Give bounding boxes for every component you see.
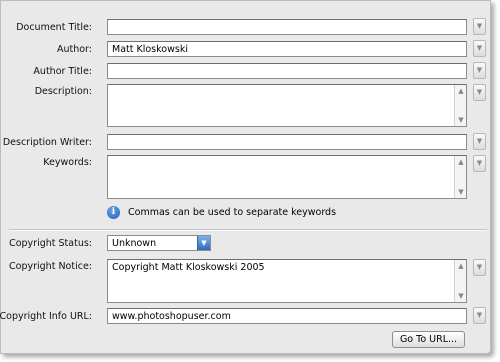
description-label: Description: xyxy=(34,86,92,97)
chevron-down-icon: ▼ xyxy=(476,137,483,145)
scroll-down-icon[interactable]: ▼ xyxy=(455,186,466,198)
keywords-label: Keywords: xyxy=(43,157,92,168)
copyright-notice-field[interactable]: Copyright Matt Kloskowski 2005 ▲ ▼ xyxy=(107,259,467,303)
description-writer-label: Description Writer: xyxy=(2,137,92,148)
section-divider xyxy=(9,229,487,231)
copyright-info-url-field[interactable]: www.photoshopuser.com xyxy=(107,308,467,324)
info-icon: i xyxy=(107,206,120,219)
description-field[interactable]: ▲ ▼ xyxy=(107,84,467,127)
copyright-status-label: Copyright Status: xyxy=(9,238,92,249)
description-menu-button[interactable]: ▼ xyxy=(473,84,486,101)
document-title-label: Document Title: xyxy=(16,22,92,33)
chevron-down-icon: ▼ xyxy=(476,263,483,271)
document-title-field[interactable] xyxy=(107,19,467,35)
keywords-menu-button[interactable]: ▼ xyxy=(473,155,486,172)
copyright-notice-menu-button[interactable]: ▼ xyxy=(473,259,486,276)
scroll-up-icon[interactable]: ▲ xyxy=(455,85,466,97)
chevron-down-icon: ▼ xyxy=(476,66,483,74)
chevron-down-icon: ▼ xyxy=(476,311,483,319)
document-title-menu-button[interactable]: ▼ xyxy=(473,18,486,35)
author-title-menu-button[interactable]: ▼ xyxy=(473,62,486,79)
copyright-notice-scrollbar[interactable]: ▲ ▼ xyxy=(454,260,466,302)
copyright-notice-label: Copyright Notice: xyxy=(9,261,92,272)
scroll-up-icon[interactable]: ▲ xyxy=(455,260,466,272)
chevron-down-icon: ▼ xyxy=(476,88,483,96)
copyright-notice-text: Copyright Matt Kloskowski 2005 xyxy=(112,262,265,273)
scroll-down-icon[interactable]: ▼ xyxy=(455,114,466,126)
go-to-url-button[interactable]: Go To URL... xyxy=(392,331,465,348)
copyright-info-url-label: Copyright Info URL: xyxy=(0,311,92,322)
copyright-status-value: Unknown xyxy=(112,238,157,249)
chevron-down-icon: ▼ xyxy=(476,44,483,52)
keywords-field[interactable]: ▲ ▼ xyxy=(107,155,467,199)
author-field[interactable]: Matt Kloskowski xyxy=(107,41,467,57)
scroll-down-icon[interactable]: ▼ xyxy=(455,290,466,302)
author-label: Author: xyxy=(56,44,92,55)
chevron-down-icon[interactable]: ▼ xyxy=(197,236,210,250)
description-writer-menu-button[interactable]: ▼ xyxy=(473,133,486,150)
scroll-up-icon[interactable]: ▲ xyxy=(455,156,466,168)
keywords-info-note: i Commas can be used to separate keyword… xyxy=(107,206,336,219)
chevron-down-icon: ▼ xyxy=(476,22,483,30)
description-scrollbar[interactable]: ▲ ▼ xyxy=(454,85,466,126)
author-menu-button[interactable]: ▼ xyxy=(473,40,486,57)
description-writer-field[interactable] xyxy=(107,134,467,150)
copyright-status-select[interactable]: Unknown ▼ xyxy=(107,235,211,251)
file-info-panel: Document Title: ▼ Author: Matt Kloskowsk… xyxy=(0,0,491,354)
author-title-label: Author Title: xyxy=(33,66,92,77)
info-note-text: Commas can be used to separate keywords xyxy=(128,207,337,218)
author-title-field[interactable] xyxy=(107,63,467,79)
keywords-scrollbar[interactable]: ▲ ▼ xyxy=(454,156,466,198)
chevron-down-icon: ▼ xyxy=(476,159,483,167)
copyright-info-url-menu-button[interactable]: ▼ xyxy=(473,307,486,324)
